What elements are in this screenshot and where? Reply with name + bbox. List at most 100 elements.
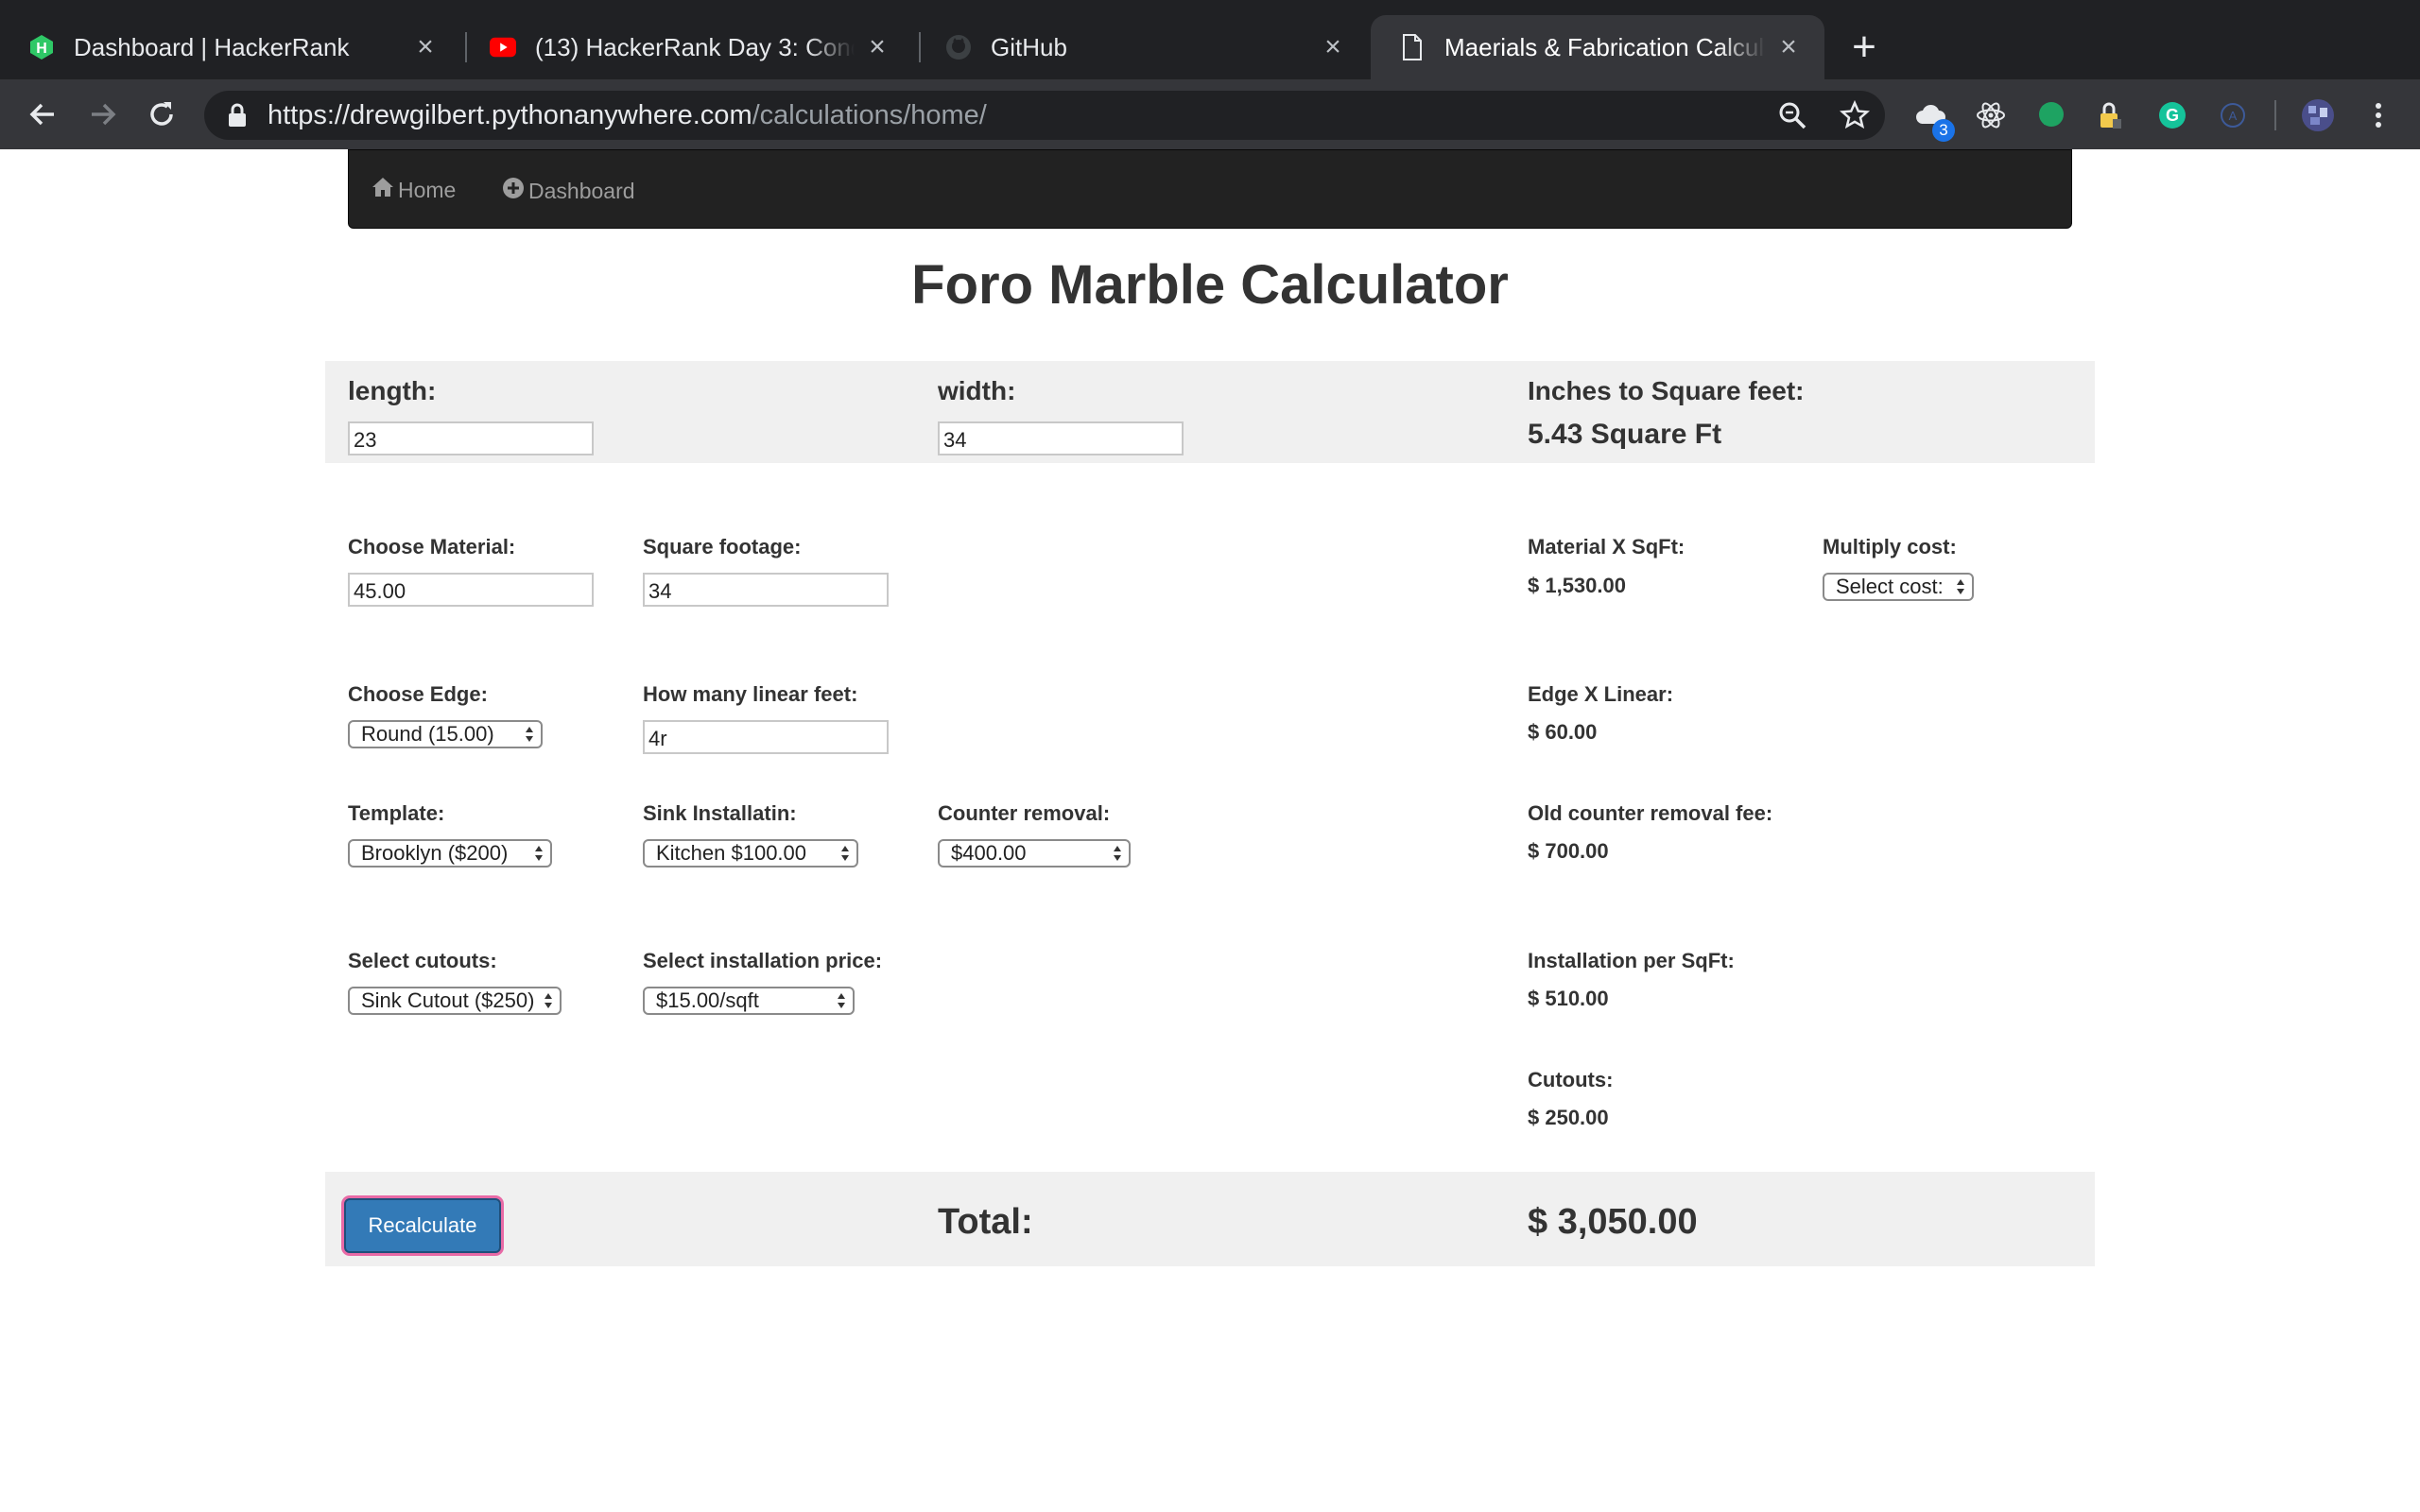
url-host: https://drewgilbert.pythonanywhere.com — [268, 100, 752, 130]
svg-text:A: A — [2229, 109, 2238, 123]
page-title: Foro Marble Calculator — [911, 254, 1509, 316]
length-label: length: — [348, 376, 437, 405]
sink-installation-label: Sink Installatin: — [643, 801, 797, 825]
linear-feet-label: How many linear feet: — [643, 682, 858, 706]
installation-sqft-label: Installation per SqFt: — [1528, 949, 1735, 972]
select-arrows-icon — [535, 846, 543, 861]
cutouts-label: Select cutouts: — [348, 949, 497, 972]
template-select[interactable]: Brooklyn ($200) — [348, 839, 552, 868]
close-icon[interactable]: × — [412, 31, 439, 62]
select-arrows-icon — [1114, 846, 1121, 861]
template-value: Brooklyn ($200) — [361, 841, 509, 865]
page-icon — [1399, 34, 1426, 60]
length-input[interactable]: 23 — [348, 421, 594, 455]
select-arrows-icon — [526, 727, 533, 742]
recalculate-button[interactable]: Recalculate — [344, 1198, 501, 1253]
edge-linear-value: $ 60.00 — [1528, 720, 1598, 744]
installation-price-label: Select installation price: — [643, 949, 883, 972]
bookmark-star-icon[interactable] — [1836, 96, 1874, 134]
tab-title: (13) HackerRank Day 3: Conditional State… — [535, 32, 855, 61]
select-arrows-icon — [838, 993, 845, 1008]
multiply-cost-select[interactable]: Select cost: — [1823, 573, 1974, 601]
conversion-label: Inches to Square feet: — [1528, 376, 1805, 405]
nav-dashboard-label: Dashboard — [528, 178, 635, 203]
forward-icon[interactable] — [83, 94, 123, 134]
profile-avatar-icon[interactable] — [2299, 96, 2337, 134]
back-icon[interactable] — [23, 94, 62, 134]
installation-price-select[interactable]: $15.00/sqft — [643, 987, 855, 1015]
cutouts-result-value: $ 250.00 — [1528, 1106, 1609, 1129]
total-value: $ 3,050.00 — [1528, 1202, 1698, 1242]
tab-youtube[interactable]: (13) HackerRank Day 3: Conditional State… — [461, 15, 913, 79]
tab-hackerrank[interactable]: H Dashboard | HackerRank × — [0, 15, 461, 79]
circle-a-icon[interactable]: A — [2214, 96, 2252, 134]
padlock-extension-icon[interactable] — [2091, 96, 2129, 134]
tab-calculator[interactable]: Maerials & Fabrication Calculator × — [1371, 15, 1824, 79]
template-label: Template: — [348, 801, 445, 825]
grammarly-icon[interactable]: G — [2153, 96, 2191, 134]
extension-badge: 3 — [1932, 119, 1955, 142]
multiply-cost-label: Multiply cost: — [1823, 535, 1957, 558]
tab-title: Dashboard | HackerRank — [74, 32, 350, 61]
tab-title: Maerials & Fabrication Calculator — [1444, 32, 1766, 61]
url-path: /calculations/home/ — [752, 100, 987, 130]
green-chat-icon[interactable] — [2032, 96, 2070, 134]
removal-fee-label: Old counter removal fee: — [1528, 801, 1773, 825]
site-navbar: Home Dashboard — [348, 149, 2072, 229]
edge-label: Choose Edge: — [348, 682, 488, 706]
close-icon[interactable]: × — [864, 31, 890, 62]
cutouts-value: Sink Cutout ($250) — [361, 988, 535, 1012]
toolbar-separator — [2274, 100, 2276, 130]
conversion-value: 5.43 Square Ft — [1528, 419, 1722, 450]
chrome-menu-icon[interactable] — [2360, 96, 2397, 134]
square-footage-label: Square footage: — [643, 535, 802, 558]
installation-sqft-value: $ 510.00 — [1528, 987, 1609, 1010]
removal-fee-value: $ 700.00 — [1528, 839, 1609, 863]
tab-github[interactable]: GitHub × — [917, 15, 1369, 79]
github-icon — [945, 34, 972, 60]
material-sqft-value: $ 1,530.00 — [1528, 574, 1626, 597]
tab-strip: H Dashboard | HackerRank × (13) HackerRa… — [0, 0, 2420, 79]
select-arrows-icon — [544, 993, 552, 1008]
nav-home-label: Home — [398, 177, 457, 202]
nav-home-link[interactable]: Home — [372, 177, 456, 203]
width-input[interactable]: 34 — [938, 421, 1184, 455]
lock-icon[interactable] — [223, 100, 251, 130]
sink-installation-value: Kitchen $100.00 — [656, 841, 807, 865]
counter-removal-value: $400.00 — [951, 841, 1027, 865]
svg-text:H: H — [36, 41, 47, 57]
total-band — [325, 1172, 2095, 1266]
cutouts-result-label: Cutouts: — [1528, 1068, 1614, 1091]
counter-removal-select[interactable]: $400.00 — [938, 839, 1131, 868]
youtube-icon — [490, 34, 516, 60]
width-label: width: — [938, 376, 1016, 405]
installation-price-value: $15.00/sqft — [656, 988, 759, 1012]
close-icon[interactable]: × — [1320, 31, 1346, 62]
react-devtools-icon[interactable] — [1972, 96, 2010, 134]
edge-value: Round (15.00) — [361, 722, 494, 746]
sink-installation-select[interactable]: Kitchen $100.00 — [643, 839, 858, 868]
material-input[interactable]: 45.00 — [348, 573, 594, 607]
edge-linear-label: Edge X Linear: — [1528, 682, 1674, 706]
svg-text:G: G — [2166, 106, 2179, 125]
square-footage-input[interactable]: 34 — [643, 573, 889, 607]
browser-window: H Dashboard | HackerRank × (13) HackerRa… — [0, 0, 2420, 1512]
edge-select[interactable]: Round (15.00) — [348, 720, 543, 748]
nav-dashboard-link[interactable]: Dashboard — [502, 177, 635, 205]
close-icon[interactable]: × — [1775, 31, 1802, 62]
material-sqft-label: Material X SqFt: — [1528, 535, 1685, 558]
total-label: Total: — [938, 1202, 1033, 1242]
cutouts-select[interactable]: Sink Cutout ($250) — [348, 987, 562, 1015]
new-tab-icon[interactable]: + — [1845, 26, 1883, 68]
home-icon — [372, 177, 398, 203]
multiply-cost-value: Select cost: — [1836, 575, 1944, 598]
url-text[interactable]: https://drewgilbert.pythonanywhere.com/c… — [268, 98, 987, 132]
tab-title: GitHub — [991, 32, 1067, 61]
hackerrank-icon: H — [28, 34, 55, 60]
linear-feet-input[interactable]: 4r — [643, 720, 889, 754]
reload-icon[interactable] — [142, 94, 182, 134]
plus-circle-icon — [502, 177, 528, 205]
select-arrows-icon — [1957, 579, 1964, 594]
zoom-icon[interactable] — [1773, 96, 1811, 134]
counter-removal-label: Counter removal: — [938, 801, 1111, 825]
